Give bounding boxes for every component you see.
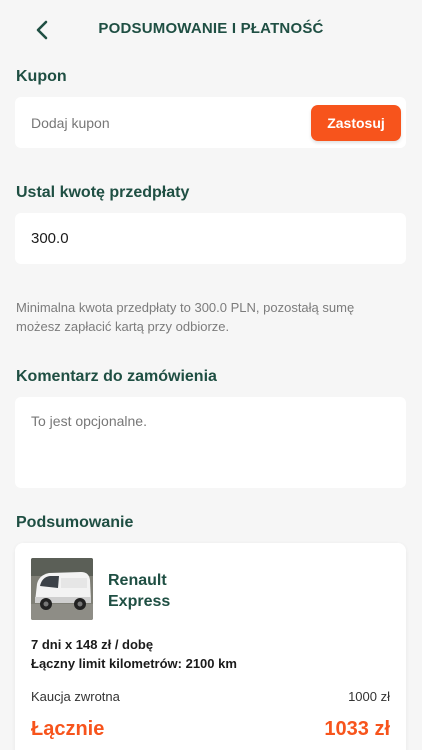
summary-label: Podsumowanie bbox=[16, 514, 134, 531]
deposit-label: Kaucja zwrotna bbox=[31, 689, 120, 704]
comment-label: Komentarz do zamówienia bbox=[16, 368, 217, 385]
total-label: Łącznie bbox=[31, 718, 105, 740]
summary-card: Renault Express 7 dni x 148 zł / dobę Łą… bbox=[15, 543, 406, 750]
prepayment-help-text: Minimalna kwota przedpłaty to 300.0 PLN,… bbox=[16, 300, 355, 334]
apply-coupon-button[interactable]: Zastosuj bbox=[311, 105, 401, 141]
coupon-input[interactable] bbox=[31, 97, 301, 148]
total-value: 1033 zł bbox=[324, 718, 390, 740]
prepayment-amount-field[interactable]: 300.0 bbox=[15, 213, 406, 264]
header: PODSUMOWANIE I PŁATNOŚĆ bbox=[0, 0, 422, 62]
prepayment-amount-value: 300.0 bbox=[31, 230, 69, 247]
coupon-label: Kupon bbox=[16, 68, 67, 85]
checkout-screen: PODSUMOWANIE I PŁATNOŚĆ Kupon Zastosuj U… bbox=[0, 0, 422, 750]
rental-rate: 7 dni x 148 zł / dobę bbox=[31, 637, 154, 652]
comment-placeholder: To jest opcjonalne. bbox=[31, 413, 147, 429]
comment-textarea[interactable]: To jest opcjonalne. bbox=[15, 397, 406, 488]
car-name: Renault Express bbox=[108, 572, 171, 610]
coupon-field-container: Zastosuj bbox=[15, 97, 406, 148]
car-image bbox=[31, 558, 93, 620]
deposit-value: 1000 zł bbox=[348, 689, 390, 704]
prepayment-label: Ustal kwotę przedpłaty bbox=[16, 184, 190, 201]
km-limit: Łączny limit kilometrów: 2100 km bbox=[31, 656, 237, 671]
page-title: PODSUMOWANIE I PŁATNOŚĆ bbox=[98, 20, 324, 37]
